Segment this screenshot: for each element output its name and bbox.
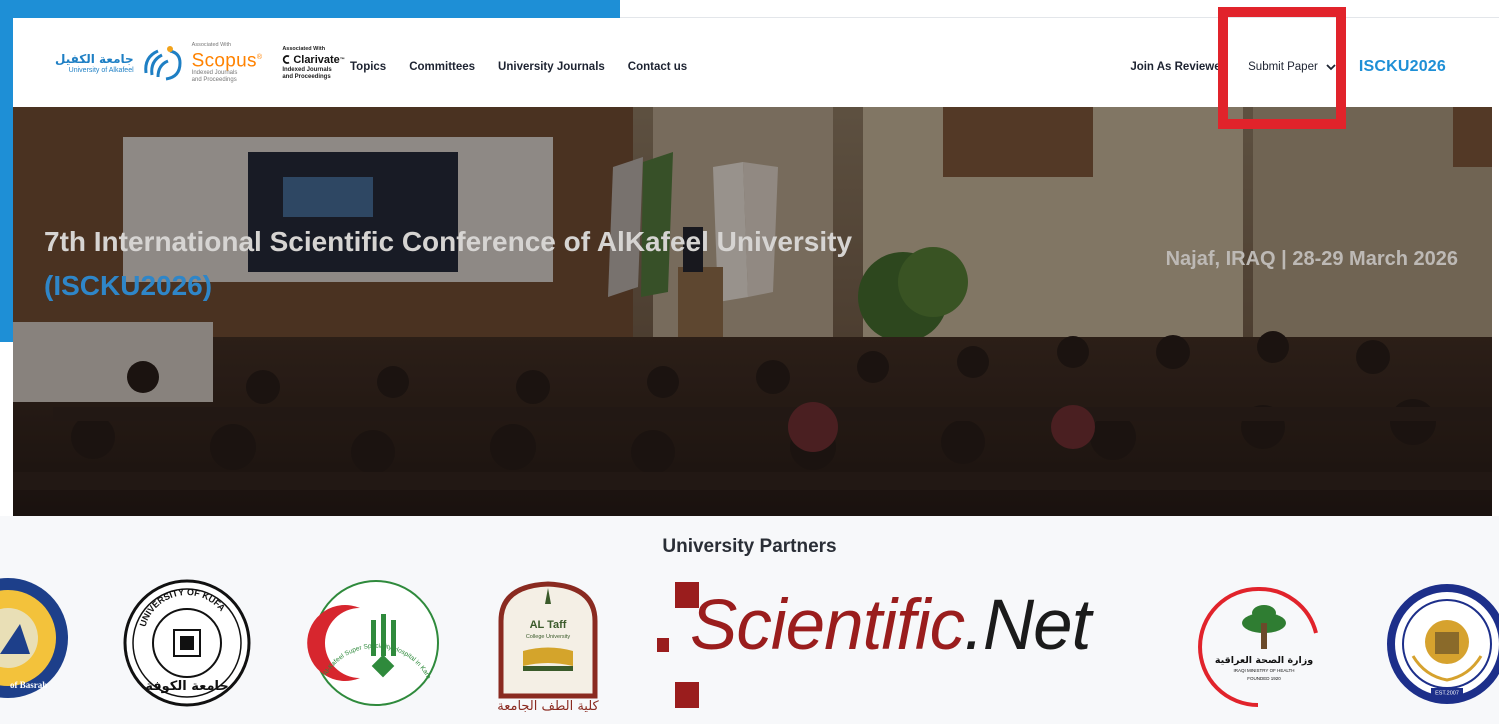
scientific-net-logo-text[interactable]: Scientific.Net <box>690 586 1091 666</box>
clarivate-wordmark: Clarivate ™ <box>282 53 345 67</box>
university-logo-text[interactable]: جامعة الكفيل University of Alkafeel <box>55 52 134 75</box>
scopus-indexed-line2: and Proceedings <box>191 77 237 84</box>
chevron-down-icon <box>1326 63 1336 70</box>
nav-committees[interactable]: Committees <box>409 61 475 73</box>
site-header: جامعة الكفيل University of Alkafeel Asso… <box>13 18 1492 107</box>
university-name-english: University of Alkafeel <box>68 66 134 74</box>
muthanna-logo-est: EST.2007 <box>1435 691 1459 697</box>
iraqi-ministry-of-health-logo[interactable]: وزارة الصحة العراقية IRAQI MINISTRY OF H… <box>1198 583 1326 713</box>
university-of-muthanna-logo[interactable]: EST.2007 <box>1385 576 1499 714</box>
kufa-logo-arabic: جامعة الكوفة <box>145 679 229 694</box>
brand-logos: جامعة الكفيل University of Alkafeel Asso… <box>55 42 345 84</box>
scopus-indexed-line1: Indexed Journals <box>191 70 238 77</box>
decorative-blue-bar-top <box>0 0 620 18</box>
submit-paper-label: Submit Paper <box>1248 61 1318 73</box>
al-taff-logo-arabic: كلية الطف الجامعة <box>497 699 599 714</box>
hero-banner: 7th International Scientific Conference … <box>13 107 1492 516</box>
clarivate-icon <box>283 55 290 65</box>
basrah-logo-text: of Basrah <box>10 680 47 690</box>
university-logo-icon <box>143 46 182 81</box>
clarivate-associated-label: Associated With <box>282 45 326 52</box>
net-word: .Net <box>964 586 1091 665</box>
university-of-basrah-logo[interactable]: of Basrah <box>0 574 72 702</box>
scopus-name: Scopus <box>191 50 257 72</box>
clarivate-badge: Associated With Clarivate ™ Indexed Journ… <box>282 46 344 81</box>
submit-paper-dropdown[interactable]: Submit Paper <box>1248 61 1336 73</box>
main-nav: Topics Committees University Journals Co… <box>350 61 710 73</box>
clarivate-indexed-line1: Indexed Journals <box>282 66 332 73</box>
conference-location-date: Najaf, IRAQ | 28-29 March 2026 <box>1165 248 1458 270</box>
conference-title: 7th International Scientific Conference … <box>44 226 853 257</box>
nav-contact-us[interactable]: Contact us <box>628 61 687 73</box>
partners-heading: University Partners <box>662 536 837 557</box>
scientific-word: Scientific <box>690 586 965 665</box>
clarivate-name: Clarivate <box>293 53 340 66</box>
scopus-associated-label: Associated With <box>191 42 232 48</box>
scopus-wordmark: Scopus® <box>191 50 263 72</box>
nav-university-journals[interactable]: University Journals <box>498 61 605 73</box>
hero-overlay <box>13 107 1492 516</box>
moh-logo-founded: FOUNDED 1920 <box>1247 676 1281 681</box>
al-taff-logo-text: AL Taff <box>530 619 567 631</box>
university-name-arabic: جامعة الكفيل <box>55 51 134 66</box>
university-of-kufa-logo[interactable]: UNIVERSITY OF KUFA جامعة الكوفة <box>122 578 252 708</box>
conference-code-link[interactable]: ISCKU2026 <box>1359 58 1446 76</box>
conference-code-heading: (ISCKU2026) <box>44 270 213 301</box>
al-taff-university-logo[interactable]: AL Taff College University كلية الطف الج… <box>493 576 603 716</box>
moh-logo-english: IRAQI MINISTRY OF HEALTH <box>1233 668 1294 673</box>
alkafeel-hospital-logo[interactable]: Al-Kafeel Super Speciality Hospital in K… <box>305 578 447 708</box>
clarivate-indexed-line2: and Proceedings <box>282 73 331 80</box>
scopus-badge: Associated With Scopus® Indexed Journals… <box>192 42 263 84</box>
join-as-reviewer-link[interactable]: Join As Reviewer <box>1130 61 1225 73</box>
secondary-nav: Join As Reviewer Submit Paper ISCKU2026 <box>1130 58 1446 76</box>
nav-topics[interactable]: Topics <box>350 61 386 73</box>
decorative-blue-bar-left <box>0 0 13 342</box>
al-taff-logo-subtext: College University <box>526 634 571 640</box>
moh-logo-arabic: وزارة الصحة العراقية <box>1215 655 1313 666</box>
